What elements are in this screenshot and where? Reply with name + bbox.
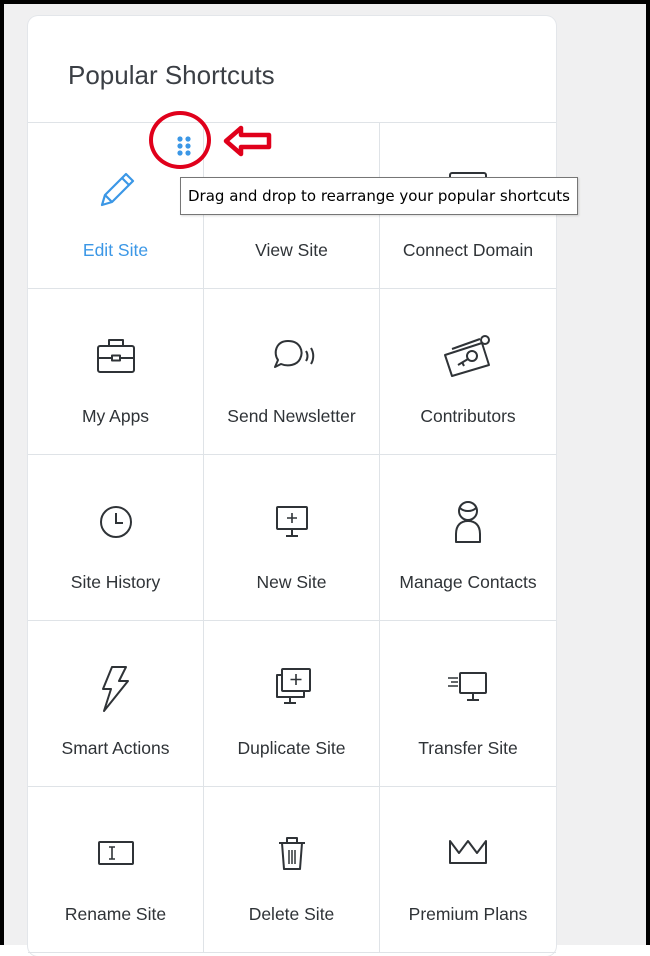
shortcut-label: Manage Contacts bbox=[399, 572, 537, 592]
shortcut-delete-site[interactable]: Delete Site bbox=[204, 787, 380, 952]
shortcut-manage-contacts[interactable]: Manage Contacts bbox=[380, 455, 556, 620]
shortcut-label: Duplicate Site bbox=[237, 738, 346, 758]
shortcut-my-apps[interactable]: My Apps bbox=[28, 289, 204, 454]
shortcut-label: Transfer Site bbox=[418, 738, 518, 758]
shortcut-send-newsletter[interactable]: Send Newsletter bbox=[204, 289, 380, 454]
shortcut-smart-actions[interactable]: Smart Actions bbox=[28, 621, 204, 786]
pencil-icon bbox=[90, 163, 142, 215]
key-card-icon bbox=[442, 329, 494, 381]
popular-shortcuts-panel: Popular Shortcuts Edit Site View Site Co… bbox=[28, 16, 556, 956]
annotation-arrow-icon bbox=[222, 124, 274, 158]
shortcut-label: My Apps bbox=[81, 406, 150, 426]
shortcut-label: Site History bbox=[70, 572, 161, 592]
crown-icon bbox=[442, 827, 494, 879]
shortcuts-row: My Apps Send Newsletter Contributors bbox=[28, 289, 556, 455]
speech-bubble-icon bbox=[266, 329, 318, 381]
shortcuts-row: Site History New Site Manage Contacts bbox=[28, 455, 556, 621]
clock-icon bbox=[90, 495, 142, 547]
screenshot-frame: Popular Shortcuts Edit Site View Site Co… bbox=[0, 0, 650, 956]
monitor-plus-icon bbox=[266, 495, 318, 547]
annotation-circle bbox=[149, 111, 211, 169]
shortcut-duplicate-site[interactable]: Duplicate Site bbox=[204, 621, 380, 786]
shortcut-rename-site[interactable]: Rename Site bbox=[28, 787, 204, 952]
panel-title: Popular Shortcuts bbox=[68, 60, 275, 90]
lightning-icon bbox=[90, 661, 142, 713]
duplicate-monitor-icon bbox=[266, 661, 318, 713]
shortcut-transfer-site[interactable]: Transfer Site bbox=[380, 621, 556, 786]
shortcut-premium-plans[interactable]: Premium Plans bbox=[380, 787, 556, 952]
shortcuts-row: Smart Actions Duplicate Site Transfer Si… bbox=[28, 621, 556, 787]
trash-icon bbox=[266, 827, 318, 879]
shortcuts-grid: Edit Site View Site Connect Domain My Ap… bbox=[28, 122, 556, 953]
shortcut-label: Contributors bbox=[420, 406, 516, 426]
text-cursor-icon bbox=[90, 827, 142, 879]
shortcut-label: Edit Site bbox=[82, 240, 149, 260]
shortcut-label: Delete Site bbox=[248, 904, 335, 924]
shortcut-label: Send Newsletter bbox=[227, 406, 356, 426]
shortcut-label: Smart Actions bbox=[61, 738, 170, 758]
shortcut-new-site[interactable]: New Site bbox=[204, 455, 380, 620]
shortcut-label: Connect Domain bbox=[402, 240, 534, 260]
person-icon bbox=[442, 495, 494, 547]
shortcut-label: Premium Plans bbox=[408, 904, 528, 924]
shortcut-label: Rename Site bbox=[64, 904, 167, 924]
drag-tooltip: Drag and drop to rearrange your popular … bbox=[180, 177, 578, 215]
transfer-monitor-icon bbox=[442, 661, 494, 713]
shortcut-label: New Site bbox=[256, 572, 327, 592]
shortcut-contributors[interactable]: Contributors bbox=[380, 289, 556, 454]
shortcuts-row: Rename Site Delete Site Premium Plans bbox=[28, 787, 556, 953]
shortcut-site-history[interactable]: Site History bbox=[28, 455, 204, 620]
briefcase-icon bbox=[90, 329, 142, 381]
shortcut-label: View Site bbox=[255, 240, 328, 260]
